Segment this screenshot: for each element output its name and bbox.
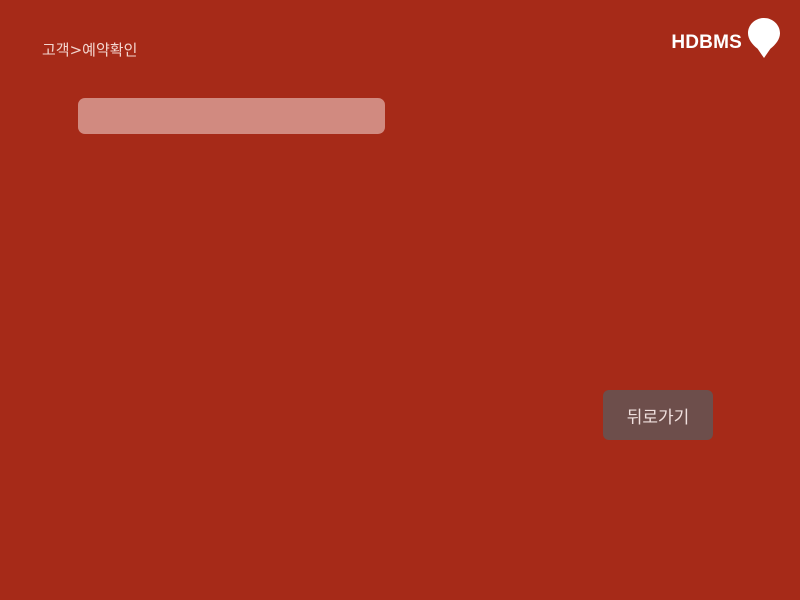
brand-name: HDBMS [671,32,742,53]
app-root: 고객>예약확인 HDBMS 뒤로가기 [0,0,800,600]
breadcrumb: 고객>예약확인 [42,41,138,59]
search-input[interactable] [78,98,385,134]
map-pin-icon [748,18,780,58]
brand: HDBMS [671,18,780,58]
back-button[interactable]: 뒤로가기 [603,390,713,440]
